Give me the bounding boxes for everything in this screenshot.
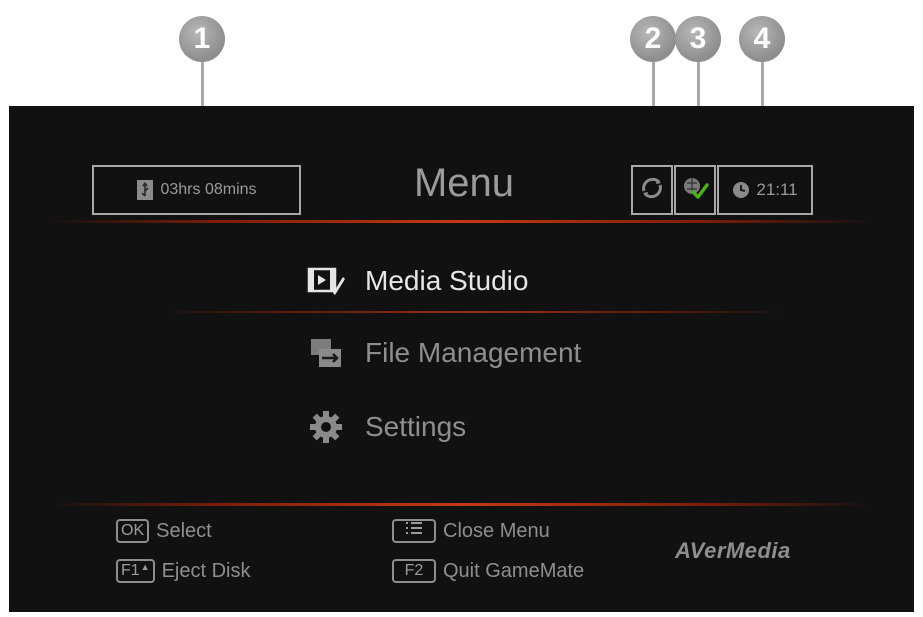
page-title: Menu: [413, 161, 515, 205]
selection-underline: [159, 311, 789, 313]
f1-key: F1 ▲: [116, 559, 155, 583]
brand-logo: AVerMedia: [675, 538, 791, 563]
clock-text: 21:11: [756, 180, 798, 199]
menu-key: [392, 519, 436, 543]
hint-close-menu: Close Menu: [392, 519, 550, 543]
record-time-text: 03hrs 08mins: [160, 181, 257, 198]
footer-divider: [49, 503, 874, 506]
menu-item-label: File Management: [365, 337, 582, 368]
menu-list-icon: [405, 521, 423, 541]
hint-close-menu-label: Close Menu: [443, 519, 550, 542]
f2-key: F2: [392, 559, 436, 583]
hint-select: OK Select: [116, 519, 212, 543]
clock-icon: [732, 181, 750, 199]
hint-eject-disk: F1 ▲ Eject Disk: [116, 559, 251, 583]
callout-badge-1: 1: [179, 16, 225, 62]
hint-quit-gamemate: F2 Quit GameMate: [392, 559, 584, 583]
media-studio-icon: [307, 262, 345, 300]
usb-storage-icon: [136, 179, 154, 201]
sync-icon: [639, 175, 665, 206]
menu-item-file-management[interactable]: File Management: [307, 334, 581, 372]
hint-select-label: Select: [156, 519, 212, 542]
menu-item-label: Media Studio: [365, 265, 529, 296]
hint-eject-label: Eject Disk: [161, 559, 251, 582]
header-divider: [49, 220, 874, 223]
record-time-box: 03hrs 08mins: [92, 165, 301, 215]
ok-key: OK: [116, 519, 150, 543]
callout-badge-2: 2: [630, 16, 676, 62]
network-check-icon: [681, 175, 709, 206]
eject-icon: ▲: [140, 562, 150, 572]
menu-item-media-studio[interactable]: Media Studio: [307, 262, 528, 300]
file-management-icon: [307, 334, 345, 372]
callout-badge-3: 3: [675, 16, 721, 62]
device-screen: 03hrs 08mins Menu 21:11 Media Studio Fil…: [9, 106, 914, 612]
menu-item-label: Settings: [365, 411, 467, 442]
connection-status-box: [674, 165, 716, 215]
clock-box: 21:11: [717, 165, 813, 215]
callout-badge-4: 4: [739, 16, 785, 62]
menu-item-settings[interactable]: Settings: [307, 408, 466, 446]
sync-status-box: [631, 165, 673, 215]
gear-icon: [307, 408, 345, 446]
hint-quit-label: Quit GameMate: [443, 559, 585, 582]
f1-key-label: F1: [121, 562, 140, 579]
